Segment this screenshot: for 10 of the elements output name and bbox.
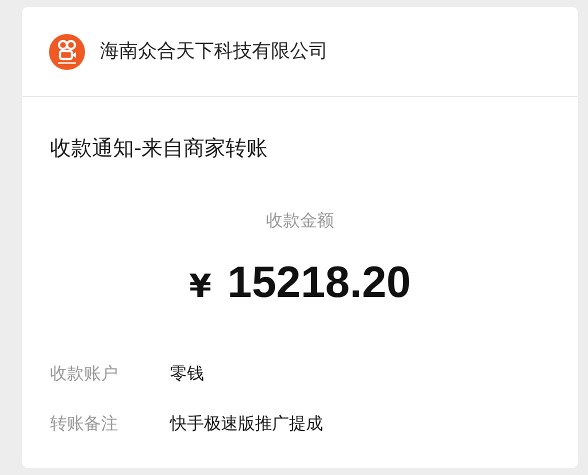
amount-value: 15218.20 xyxy=(227,257,411,309)
detail-label: 收款账户 xyxy=(50,363,119,386)
detail-value: 快手极速版推广提成 xyxy=(170,412,323,436)
camera-logo-icon xyxy=(48,32,86,70)
notice-title: 收款通知-来自商家转账 xyxy=(50,135,269,162)
merchant-name: 海南众合天下科技有限公司 xyxy=(100,39,328,64)
currency-symbol: ¥ xyxy=(189,266,212,307)
detail-label: 转账备注 xyxy=(50,412,119,436)
amount-label: 收款金额 xyxy=(266,210,334,232)
detail-value: 零钱 xyxy=(170,363,204,386)
